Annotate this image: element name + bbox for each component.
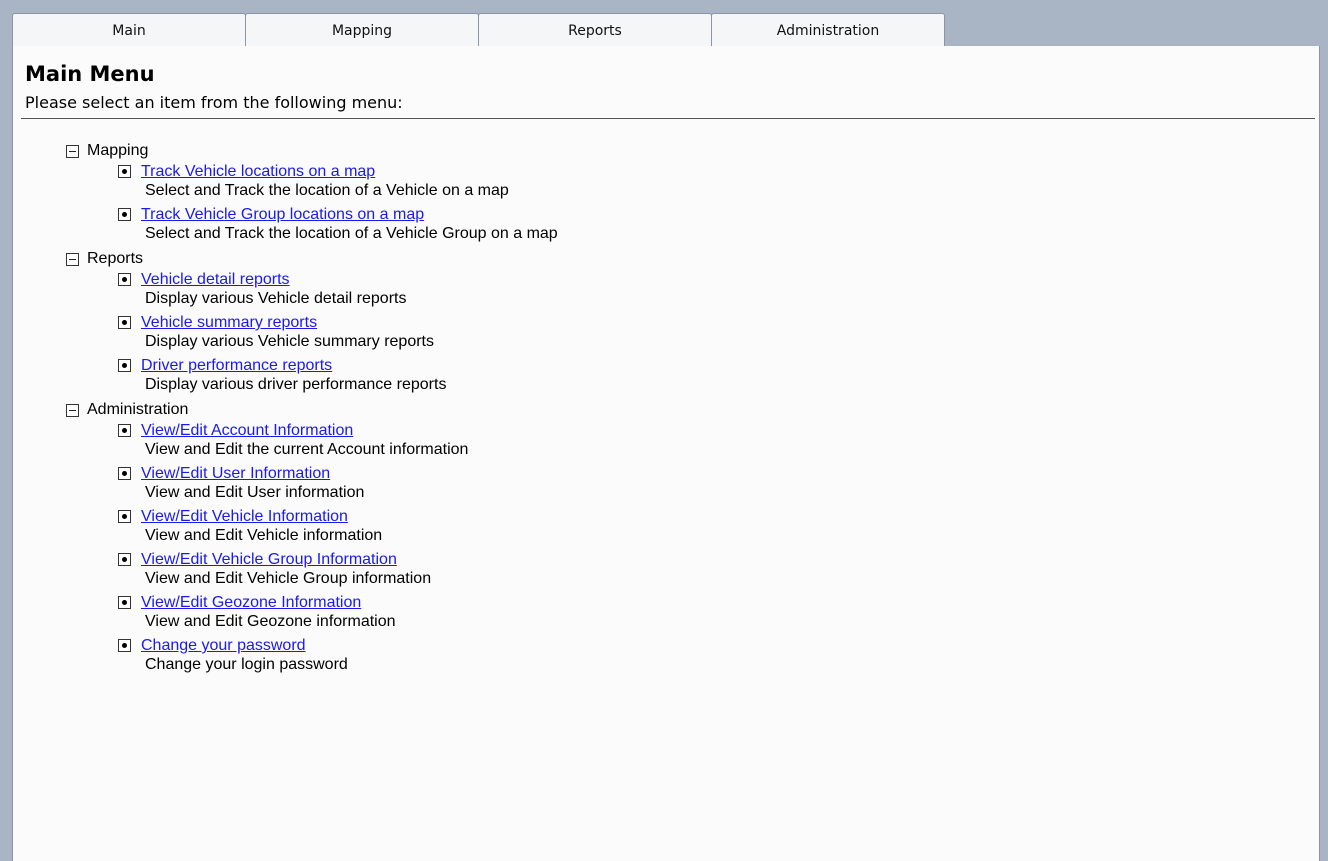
item-description: Change your login password <box>145 656 348 673</box>
menu-item-vehicle-summary: Vehicle summary reports Display various … <box>118 313 558 351</box>
section-items: View/Edit Account Information View and E… <box>66 421 558 674</box>
tab-administration[interactable]: Administration <box>711 13 945 47</box>
track-vehicle-group-link[interactable]: Track Vehicle Group locations on a map <box>141 205 558 224</box>
account-info-link[interactable]: View/Edit Account Information <box>141 421 468 440</box>
vehicle-info-link[interactable]: View/Edit Vehicle Information <box>141 507 382 526</box>
bullet-icon <box>118 316 131 329</box>
item-text: View/Edit Vehicle Group Information View… <box>141 550 431 588</box>
section-items: Track Vehicle locations on a map Select … <box>66 162 558 243</box>
section-header: Mapping <box>66 140 558 162</box>
item-text: View/Edit User Information View and Edit… <box>141 464 364 502</box>
item-description: View and Edit Vehicle Group information <box>145 570 432 587</box>
section-administration: Administration View/Edit Account Informa… <box>66 399 558 674</box>
section-header: Reports <box>66 248 558 270</box>
page-subtitle: Please select an item from the following… <box>25 93 403 112</box>
menu-item-track-vehicle-group: Track Vehicle Group locations on a map S… <box>118 205 558 243</box>
item-text: Track Vehicle Group locations on a map S… <box>141 205 558 243</box>
item-text: View/Edit Account Information View and E… <box>141 421 468 459</box>
item-description: View and Edit the current Account inform… <box>145 441 469 458</box>
item-description: Select and Track the location of a Vehic… <box>145 182 509 199</box>
item-text: Driver performance reports Display vario… <box>141 356 446 394</box>
tab-reports[interactable]: Reports <box>478 13 712 47</box>
menu-item-change-password: Change your password Change your login p… <box>118 636 558 674</box>
vehicle-detail-reports-link[interactable]: Vehicle detail reports <box>141 270 406 289</box>
item-text: View/Edit Vehicle Information View and E… <box>141 507 382 545</box>
collapse-toggle-icon[interactable] <box>66 144 79 158</box>
menu-item-track-vehicle: Track Vehicle locations on a map Select … <box>118 162 558 200</box>
section-label: Mapping <box>87 142 149 159</box>
bullet-icon <box>118 424 131 437</box>
item-description: Select and Track the location of a Vehic… <box>145 225 558 242</box>
app-frame: Main Mapping Reports Administration Main… <box>0 0 1328 861</box>
menu-item-vehicle-info: View/Edit Vehicle Information View and E… <box>118 507 558 545</box>
item-text: Vehicle summary reports Display various … <box>141 313 434 351</box>
section-header: Administration <box>66 399 558 421</box>
item-description: View and Edit Geozone information <box>145 613 396 630</box>
section-items: Vehicle detail reports Display various V… <box>66 270 558 394</box>
change-password-link[interactable]: Change your password <box>141 636 348 655</box>
section-reports: Reports Vehicle detail reports Display v… <box>66 248 558 394</box>
menu-item-user-info: View/Edit User Information View and Edit… <box>118 464 558 502</box>
bullet-icon <box>118 596 131 609</box>
menu-tree: Mapping Track Vehicle locations on a map… <box>66 140 558 679</box>
item-description: Display various driver performance repor… <box>145 376 447 393</box>
menu-item-vehicle-group-info: View/Edit Vehicle Group Information View… <box>118 550 558 588</box>
geozone-info-link[interactable]: View/Edit Geozone Information <box>141 593 396 612</box>
menu-item-driver-performance: Driver performance reports Display vario… <box>118 356 558 394</box>
tab-mapping[interactable]: Mapping <box>245 13 479 47</box>
track-vehicle-link[interactable]: Track Vehicle locations on a map <box>141 162 509 181</box>
item-description: View and Edit Vehicle information <box>145 527 383 544</box>
user-info-link[interactable]: View/Edit User Information <box>141 464 364 483</box>
bullet-icon <box>118 467 131 480</box>
section-mapping: Mapping Track Vehicle locations on a map… <box>66 140 558 243</box>
item-description: Display various Vehicle detail reports <box>145 290 407 307</box>
bullet-icon <box>118 553 131 566</box>
bullet-icon <box>118 273 131 286</box>
bullet-icon <box>118 639 131 652</box>
item-text: Vehicle detail reports Display various V… <box>141 270 406 308</box>
tab-bar: Main Mapping Reports Administration <box>12 13 945 47</box>
vehicle-group-info-link[interactable]: View/Edit Vehicle Group Information <box>141 550 431 569</box>
driver-performance-reports-link[interactable]: Driver performance reports <box>141 356 446 375</box>
menu-item-vehicle-detail: Vehicle detail reports Display various V… <box>118 270 558 308</box>
main-panel: Main Menu Please select an item from the… <box>12 46 1320 861</box>
collapse-toggle-icon[interactable] <box>66 252 79 266</box>
tab-main[interactable]: Main <box>12 13 246 47</box>
title-divider <box>21 118 1315 119</box>
bullet-icon <box>118 510 131 523</box>
bullet-icon <box>118 208 131 221</box>
bullet-icon <box>118 359 131 372</box>
menu-item-account-info: View/Edit Account Information View and E… <box>118 421 558 459</box>
page-title: Main Menu <box>25 62 155 86</box>
item-text: Change your password Change your login p… <box>141 636 348 674</box>
collapse-toggle-icon[interactable] <box>66 403 79 417</box>
menu-item-geozone-info: View/Edit Geozone Information View and E… <box>118 593 558 631</box>
item-description: View and Edit User information <box>145 484 365 501</box>
item-description: Display various Vehicle summary reports <box>145 333 434 350</box>
bullet-icon <box>118 165 131 178</box>
item-text: View/Edit Geozone Information View and E… <box>141 593 396 631</box>
section-label: Reports <box>87 250 144 267</box>
vehicle-summary-reports-link[interactable]: Vehicle summary reports <box>141 313 434 332</box>
section-label: Administration <box>87 401 189 418</box>
item-text: Track Vehicle locations on a map Select … <box>141 162 509 200</box>
